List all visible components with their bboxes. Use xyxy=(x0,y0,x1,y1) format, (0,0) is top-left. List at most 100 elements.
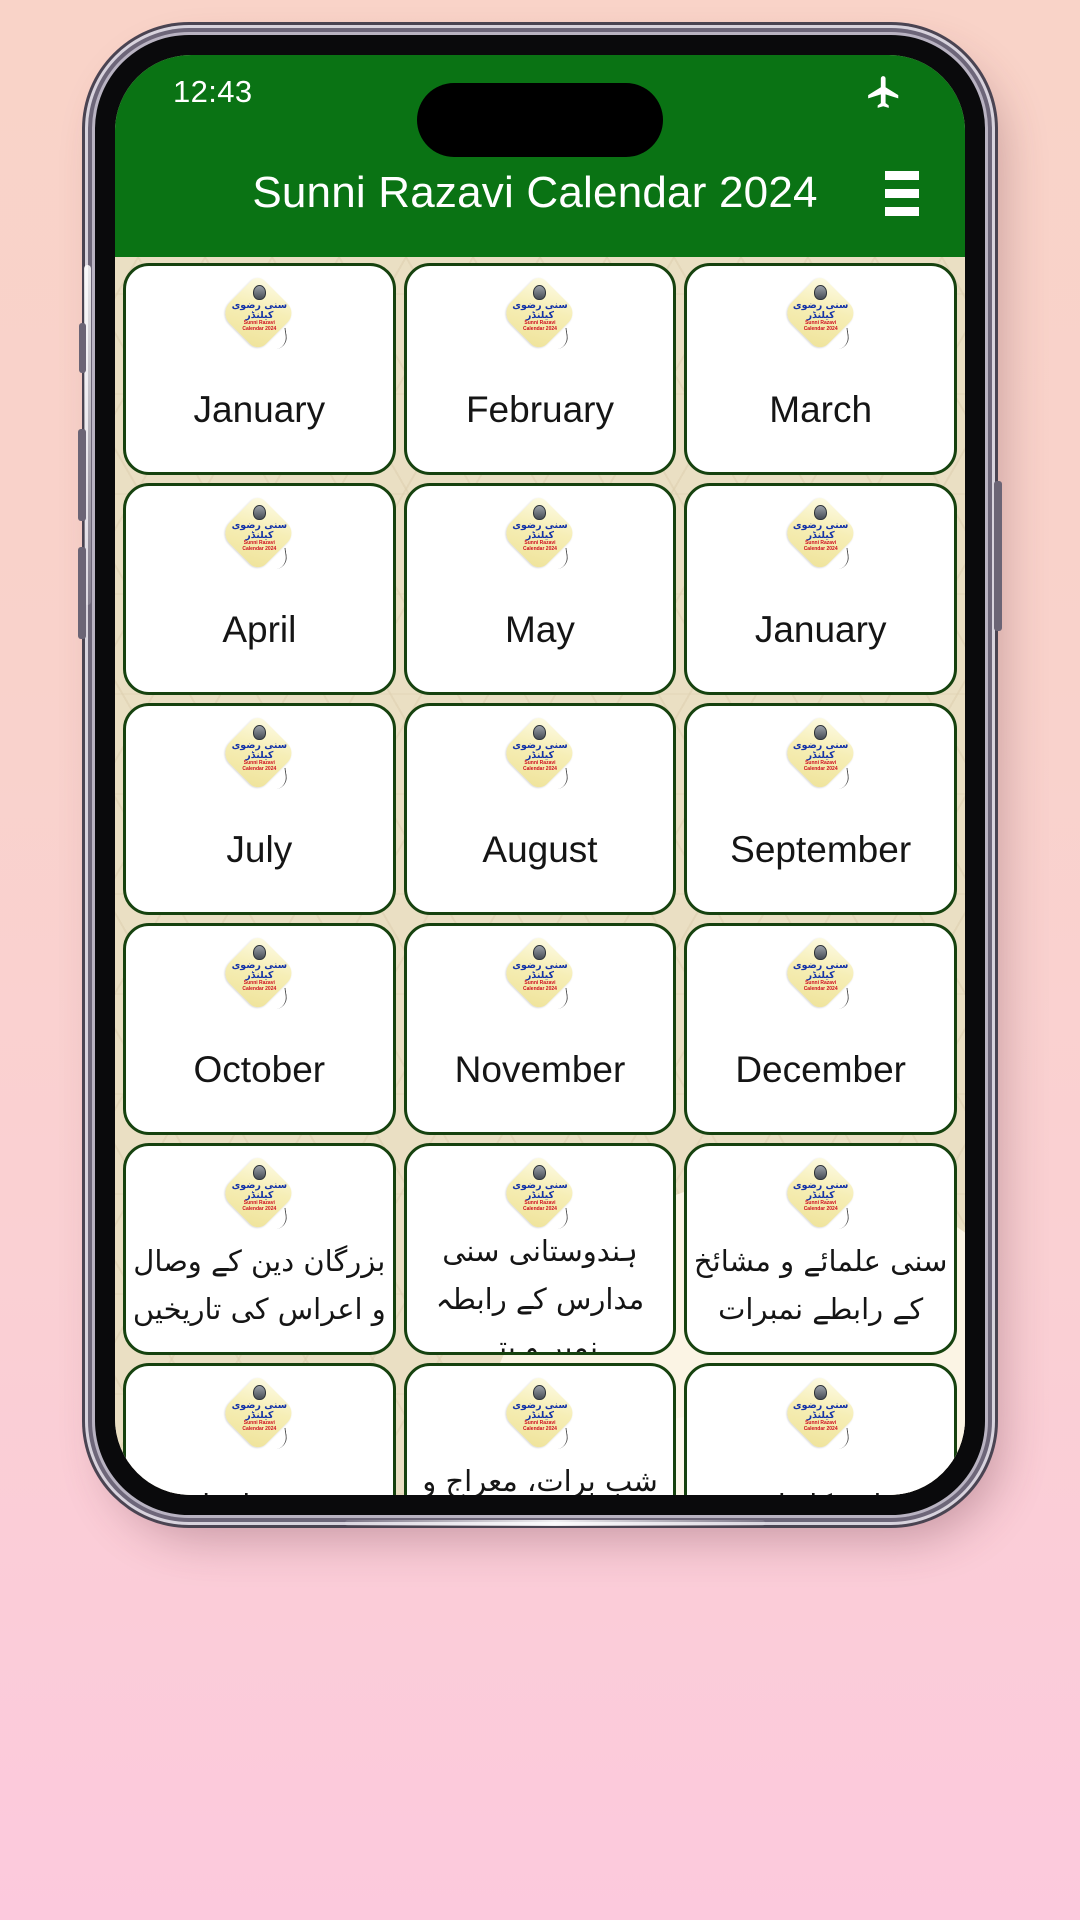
logo-urdu-line-2: کیلنڈر xyxy=(245,309,274,321)
logo-crest-icon xyxy=(814,285,828,300)
page-title: Sunni Razavi Calendar 2024 xyxy=(252,168,818,217)
calendar-card-label: قربانی کا طریقہ xyxy=(687,1448,954,1495)
sunni-razavi-logo-icon: سنی رضوی کیلنڈر Sunni Razavi Calendar 2024 xyxy=(780,714,859,792)
menu-bar-1 xyxy=(885,170,919,180)
calendar-card-label: دینی معلومات xyxy=(126,1448,393,1495)
logo-crest-icon xyxy=(533,285,547,300)
logo-urdu-line-2: کیلنڈر xyxy=(245,1409,274,1421)
sunni-razavi-logo-icon: سنی رضوی کیلنڈر Sunni Razavi Calendar 2024 xyxy=(219,934,298,1012)
logo-crest-icon xyxy=(252,1385,266,1400)
logo-urdu-line-2: کیلنڈر xyxy=(806,1189,835,1201)
calendar-card[interactable]: سنی رضوی کیلنڈر Sunni Razavi Calendar 2024 F… xyxy=(403,263,677,475)
logo-urdu-line-2: کیلنڈر xyxy=(525,1409,555,1421)
calendar-card-label: سنی علمائے و مشائخ کے رابطے نمبرات xyxy=(693,1244,948,1326)
volume-up-button[interactable] xyxy=(78,429,86,521)
logo-urdu-line-2: کیلنڈر xyxy=(245,1189,274,1201)
volume-down-button[interactable] xyxy=(78,547,86,639)
calendar-card[interactable]: سنی رضوی کیلنڈر Sunni Razavi Calendar 2024 O… xyxy=(123,923,396,1135)
calendar-card[interactable]: سنی رضوی کیلنڈر Sunni Razavi Calendar 2024 D… xyxy=(684,923,957,1135)
logo-crest-icon xyxy=(533,505,547,520)
logo-crest-icon xyxy=(814,725,828,740)
calendar-card[interactable]: سنی رضوی کیلنڈر Sunni Razavi Calendar 2024 ش… xyxy=(403,1363,677,1495)
logo-crest-icon xyxy=(533,1165,547,1180)
status-bar-icons xyxy=(865,73,903,111)
logo-urdu-line-2: کیلنڈر xyxy=(525,309,555,321)
logo-crest-icon xyxy=(814,945,828,960)
calendar-card-label: September xyxy=(730,829,912,870)
calendar-card[interactable]: سنی رضویکیلنڈرSunni RazaviCalendar 2024د… xyxy=(123,1363,396,1495)
calendar-card[interactable]: سنی رضوی کیلنڈر Sunni Razavi Calendar 2024 M… xyxy=(684,263,957,475)
logo-crest-icon xyxy=(252,1165,266,1180)
calendar-card-label: July xyxy=(226,829,293,870)
calendar-card-label: October xyxy=(193,1049,326,1090)
calendar-card[interactable]: سنی رضوی کیلنڈر Sunni Razavi Calendar 2024 ہ… xyxy=(403,1143,677,1355)
calendar-card-label: February xyxy=(465,389,615,430)
calendar-card[interactable]: سنی رضوی کیلنڈر Sunni Razavi Calendar 2024 A… xyxy=(403,703,677,915)
calendar-card[interactable]: سنی رضوی کیلنڈر Sunni Razavi Calendar 2024 س… xyxy=(684,1143,957,1355)
calendar-card-label: December xyxy=(735,1049,906,1090)
calendar-card[interactable]: سنی رضوی کیلنڈر Sunni Razavi Calendar 2024 M… xyxy=(403,483,677,695)
calendar-card-label: ہندوستانی سنی مدارس کے رابطہ نمبر و پتے xyxy=(435,1234,645,1355)
logo-crest-icon xyxy=(252,945,266,960)
sunni-razavi-logo-icon: سنی رضوی کیلنڈر Sunni Razavi Calendar 2024 xyxy=(780,1374,859,1452)
sunni-razavi-logo-icon: سنی رضوی کیلنڈر Sunni Razavi Calendar 2024 xyxy=(219,274,298,352)
calendar-card-label: بزرگان دین کے وصال و اعراس کی تاریخیں xyxy=(132,1244,386,1326)
logo-crest-icon xyxy=(252,725,266,740)
calendar-card[interactable]: سنی رضوی کیلنڈر Sunni Razavi Calendar 2024 S… xyxy=(684,703,957,915)
sunni-razavi-logo-icon: سنی رضوی کیلنڈر Sunni Razavi Calendar 2024 xyxy=(500,274,578,352)
sunni-razavi-logo-icon: سنی رضوی کیلنڈر Sunni Razavi Calendar 2024 xyxy=(219,1374,298,1452)
logo-crest-icon xyxy=(533,1385,547,1400)
logo-crest-icon xyxy=(814,1385,828,1400)
sunni-razavi-logo-icon: سنی رضوی کیلنڈر Sunni Razavi Calendar 2024 xyxy=(219,714,298,792)
logo-crest-icon xyxy=(252,285,266,300)
phone-frame: 12:43 Sunni Razavi Calendar 2024 سنی رضو… xyxy=(78,35,1002,1526)
calendar-card-label: August xyxy=(482,829,598,870)
hamburger-menu-icon[interactable] xyxy=(873,164,931,222)
calendar-card-label: November xyxy=(454,1049,626,1090)
logo-urdu-line-2: کیلنڈر xyxy=(245,749,274,761)
logo-urdu-line-2: کیلنڈر xyxy=(245,529,274,541)
sunni-razavi-logo-icon: سنی رضوی کیلنڈر Sunni Razavi Calendar 2024 xyxy=(219,494,298,572)
sunni-razavi-logo-icon: سنی رضوی کیلنڈر Sunni Razavi Calendar 2024 xyxy=(500,1154,578,1232)
calendar-card[interactable]: سنی رضوی کیلنڈر Sunni Razavi Calendar 2024 N… xyxy=(403,923,677,1135)
calendar-card-label: January xyxy=(754,609,887,650)
power-button[interactable] xyxy=(994,481,1002,631)
calendar-card-grid: سنی رضوی کیلنڈر Sunni Razavi Calendar 2024 J… xyxy=(115,257,965,1495)
logo-urdu-line-2: کیلنڈر xyxy=(806,749,835,761)
logo-urdu-line-2: کیلنڈر xyxy=(806,1409,835,1421)
dynamic-island xyxy=(417,83,663,157)
logo-crest-icon xyxy=(814,505,828,520)
logo-urdu-line-2: کیلنڈر xyxy=(806,529,835,541)
calendar-card[interactable]: سنی رضوی کیلنڈر Sunni Razavi Calendar 2024 J… xyxy=(684,483,957,695)
phone-screen: 12:43 Sunni Razavi Calendar 2024 سنی رضو… xyxy=(115,55,965,1495)
sunni-razavi-logo-icon: سنی رضوی کیلنڈر Sunni Razavi Calendar 2024 xyxy=(500,494,578,572)
sunni-razavi-logo-icon: سنی رضوی کیلنڈر Sunni Razavi Calendar 2024 xyxy=(500,714,578,792)
status-bar-clock: 12:43 xyxy=(173,74,253,109)
logo-urdu-line-2: کیلنڈر xyxy=(806,309,835,321)
menu-bar-2 xyxy=(885,188,919,198)
calendar-card-label: March xyxy=(769,389,873,430)
sunni-razavi-logo-icon: سنی رضوی کیلنڈر Sunni Razavi Calendar 2024 xyxy=(219,1154,298,1232)
frame-highlight-bottom xyxy=(345,1520,765,1526)
logo-crest-icon xyxy=(252,505,266,520)
silent-switch-button[interactable] xyxy=(79,323,86,373)
menu-bar-3 xyxy=(885,206,919,216)
sunni-razavi-logo-icon: سنی رضوی کیلنڈر Sunni Razavi Calendar 2024 xyxy=(500,934,578,1012)
calendar-card[interactable]: سنی رضوی کیلنڈر Sunni Razavi Calendar 2024 ب… xyxy=(123,1143,396,1355)
calendar-card[interactable]: سنی رضوی کیلنڈر Sunni Razavi Calendar 2024 J… xyxy=(123,703,396,915)
calendar-card-label: شب برات، معراج و قدر کے نوافل xyxy=(422,1464,658,1495)
sunni-razavi-logo-icon: سنی رضوی کیلنڈر Sunni Razavi Calendar 2024 xyxy=(500,1374,578,1452)
logo-urdu-line-2: کیلنڈر xyxy=(525,749,555,761)
calendar-card-label: April xyxy=(222,609,297,650)
logo-urdu-line-2: کیلنڈر xyxy=(525,529,555,541)
logo-crest-icon xyxy=(533,725,547,740)
airplane-mode-icon xyxy=(865,73,903,111)
calendar-card[interactable]: سنی رضویکیلنڈرSunni RazaviCalendar 2024ق… xyxy=(684,1363,957,1495)
logo-crest-icon xyxy=(533,945,547,960)
calendar-card[interactable]: سنی رضوی کیلنڈر Sunni Razavi Calendar 2024 A… xyxy=(123,483,396,695)
calendar-card[interactable]: سنی رضوی کیلنڈر Sunni Razavi Calendar 2024 J… xyxy=(123,263,396,475)
logo-urdu-line-2: کیلنڈر xyxy=(525,969,555,981)
sunni-razavi-logo-icon: سنی رضوی کیلنڈر Sunni Razavi Calendar 2024 xyxy=(780,1154,859,1232)
content-area: سنی رضوی کیلنڈر Sunni Razavi Calendar 2024 J… xyxy=(115,257,965,1495)
logo-urdu-line-2: کیلنڈر xyxy=(245,969,274,981)
